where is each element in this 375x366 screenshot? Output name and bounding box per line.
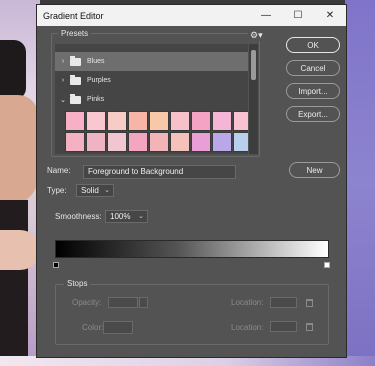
ok-button[interactable]: OK [286,37,340,53]
new-button[interactable]: New [289,162,340,178]
gradient-bar[interactable] [55,240,329,258]
gradient-swatch[interactable] [128,111,148,131]
color-stop-left[interactable] [53,262,59,268]
opacity-input[interactable] [108,297,138,308]
type-label: Type: [47,186,67,195]
preset-row-partial [55,44,248,52]
preset-name: Purples [87,77,111,84]
gradient-swatch[interactable] [170,111,190,131]
opacity-label: Opacity: [72,298,102,307]
import-button[interactable]: Import... [286,83,340,99]
chevron-right-icon[interactable]: › [59,77,67,84]
preset-row-purples[interactable]: › Purples [55,71,248,90]
folder-icon [70,55,81,66]
gradient-swatch[interactable] [149,132,169,152]
preset-name: Pinks [87,96,105,103]
gradient-swatch[interactable] [65,111,85,131]
presets-scrollbar[interactable] [249,44,258,154]
chevron-down-icon: ⌄ [138,213,144,220]
smoothness-value: 100% [110,212,131,221]
photo-hair-lower [0,200,28,360]
scrollbar-thumb[interactable] [251,50,256,80]
stops-panel: Stops Opacity: Location: Color: Location… [55,279,329,345]
chevron-right-icon[interactable]: › [59,58,67,65]
gradient-editor-dialog: Gradient Editor — ☐ ✕ Presets ⚙▾ › Blues… [36,4,347,358]
folder-icon [70,93,81,104]
color-location-label: Location: [231,323,264,332]
gradient-swatch[interactable] [107,132,127,152]
gradient-swatch[interactable] [170,132,190,152]
gradient-swatch[interactable] [128,132,148,152]
chevron-down-icon[interactable]: ⌄ [59,96,67,104]
opacity-location-input[interactable] [270,297,297,308]
gradient-swatch[interactable] [107,111,127,131]
stops-label: Stops [64,279,91,288]
color-location-input[interactable] [270,321,297,332]
color-label: Color: [82,323,104,332]
gear-icon[interactable]: ⚙▾ [248,30,265,41]
preset-name: Blues [87,58,105,65]
gradient-swatch[interactable] [212,132,232,152]
preset-row-pinks[interactable]: ⌄ Pinks [55,90,248,109]
presets-label: Presets [58,29,92,38]
opacity-dropdown[interactable] [139,297,148,308]
smoothness-select[interactable]: 100% ⌄ [105,210,148,223]
export-button[interactable]: Export... [286,106,340,122]
gradient-swatch[interactable] [212,111,232,131]
gradient-swatch[interactable] [149,111,169,131]
gradient-name-input[interactable]: Foreground to Background [83,165,236,179]
chevron-down-icon: ⌄ [104,187,110,194]
opacity-location-label: Location: [231,298,264,307]
presets-panel: Presets ⚙▾ › Blues › Purples ⌄ Pinks [51,29,265,157]
photo-right [345,0,375,366]
smoothness-label: Smoothness: [55,212,102,221]
photo-face [0,95,38,205]
gradient-swatch[interactable] [191,132,211,152]
photo-hair [0,40,26,100]
gradient-swatch[interactable] [233,132,248,152]
presets-list[interactable]: › Blues › Purples ⌄ Pinks [55,44,248,154]
window-title: Gradient Editor [43,10,104,21]
type-value: Solid [81,186,99,195]
gradient-swatch[interactable] [65,132,85,152]
close-icon[interactable]: ✕ [314,5,346,26]
minimize-icon[interactable]: — [250,5,282,26]
folder-icon [70,74,81,85]
gradient-swatch[interactable] [233,111,248,131]
color-stop-right[interactable] [324,262,330,268]
gradient-swatch[interactable] [191,111,211,131]
gradient-swatch[interactable] [86,111,106,131]
trash-icon[interactable] [306,299,313,307]
gradient-swatch[interactable] [86,132,106,152]
cancel-button[interactable]: Cancel [286,60,340,76]
maximize-icon[interactable]: ☐ [282,5,314,26]
trash-icon[interactable] [306,323,313,331]
preset-row-blues[interactable]: › Blues [55,52,248,71]
title-bar: Gradient Editor — ☐ ✕ [37,5,346,26]
name-label: Name: [47,166,71,175]
swatch-grid [55,109,248,152]
type-select[interactable]: Solid ⌄ [76,184,114,197]
color-swatch-input[interactable] [103,321,133,334]
photo-hand [0,230,40,270]
